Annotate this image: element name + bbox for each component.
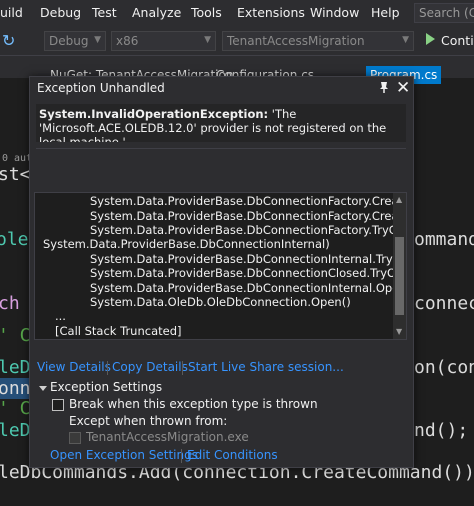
stack-line: [Call Stack Truncated] [55, 324, 182, 338]
stack-line: ... [55, 309, 66, 323]
config-select[interactable]: Debug ▼ [44, 31, 106, 51]
open-exception-settings-link[interactable]: Open Exception Settings [50, 448, 198, 462]
config-value: Debug [49, 34, 89, 48]
pin-icon[interactable] [377, 80, 391, 94]
menu-test[interactable]: Test [92, 5, 117, 20]
project-value: TenantAccessMigration [227, 34, 365, 48]
dialog-header: Exception Unhandled ✕ [30, 77, 413, 99]
scroll-up-icon[interactable]: ▲ [396, 195, 402, 204]
except-label: Except when thrown from: [69, 414, 228, 428]
scrollbar-thumb[interactable] [395, 237, 404, 315]
exception-dialog: Exception Unhandled ✕ System.InvalidOper… [29, 76, 414, 468]
stack-line: System.Data.ProviderBase.DbConnectionInt… [43, 237, 330, 251]
menu-bar: uild Debug Test Analyze Tools Extensions… [0, 0, 474, 26]
stack-line: System.Data.OleDb.OleDbConnection.Open() [90, 295, 351, 309]
menu-debug[interactable]: Debug [40, 5, 81, 20]
scroll-down-icon[interactable]: ▼ [396, 327, 402, 336]
exception-message: System.InvalidOperationException: 'The '… [36, 104, 406, 142]
code-fragment: connect [414, 293, 474, 314]
stack-line: System.Data.ProviderBase.DbConnectionFac… [90, 194, 407, 208]
platform-select[interactable]: x86 ▼ [111, 31, 216, 51]
play-icon[interactable] [426, 33, 435, 45]
platform-value: x86 [116, 34, 139, 48]
exception-type: System.InvalidOperationException: [39, 107, 269, 121]
view-details-link[interactable]: View Details [37, 360, 111, 374]
break-checkbox[interactable] [52, 399, 64, 411]
chevron-down-icon: ▼ [94, 35, 101, 45]
stack-line: System.Data.ProviderBase.DbConnectionInt… [90, 281, 407, 295]
exception-settings-header[interactable]: Exception Settings [50, 380, 162, 394]
code-fragment: nd(); [414, 420, 469, 441]
divider [36, 148, 406, 149]
edit-conditions-link[interactable]: Edit Conditions [187, 448, 278, 462]
menu-analyze[interactable]: Analyze [132, 5, 181, 20]
except-module-checkbox [69, 432, 81, 444]
search-input[interactable]: Search (C [414, 3, 474, 23]
dialog-title: Exception Unhandled [37, 81, 165, 95]
collapse-arrow-icon[interactable] [39, 386, 47, 391]
menu-window[interactable]: Window [310, 5, 359, 20]
stack-line: System.Data.ProviderBase.DbConnectionInt… [90, 252, 407, 266]
break-label: Break when this exception type is thrown [69, 397, 318, 411]
code-fragment: leD [0, 420, 31, 441]
code-fragment: ommand: [414, 229, 474, 250]
continue-button[interactable]: Conti [441, 33, 474, 48]
chevron-down-icon: ▼ [402, 35, 409, 45]
code-fragment: on(conn [414, 357, 474, 378]
call-stack[interactable]: System.Data.ProviderBase.DbConnectionFac… [34, 192, 407, 340]
link-separator [107, 361, 108, 375]
code-fragment: leD [0, 357, 31, 378]
stack-line: System.Data.ProviderBase.DbConnectionClo… [90, 266, 407, 280]
menu-tools[interactable]: Tools [191, 5, 222, 20]
vertical-scrollbar[interactable]: ▲ ▼ [393, 193, 406, 339]
except-module-label: TenantAccessMigration.exe [86, 430, 249, 444]
link-separator [181, 449, 182, 463]
copy-details-link[interactable]: Copy Details [112, 360, 188, 374]
chevron-down-icon: ▼ [204, 35, 211, 45]
close-icon[interactable]: ✕ [396, 78, 410, 98]
menu-build[interactable]: uild [0, 5, 23, 20]
live-share-link[interactable]: Start Live Share session... [188, 360, 344, 374]
stack-line: System.Data.ProviderBase.DbConnectionFac… [90, 209, 407, 223]
menu-help[interactable]: Help [371, 5, 400, 20]
project-select[interactable]: TenantAccessMigration ▼ [222, 31, 414, 51]
undo-icon[interactable]: ↻ [2, 31, 15, 50]
menu-extensions[interactable]: Extensions [237, 5, 305, 20]
link-separator [182, 361, 183, 375]
stack-line: System.Data.ProviderBase.DbConnectionFac… [90, 223, 407, 237]
